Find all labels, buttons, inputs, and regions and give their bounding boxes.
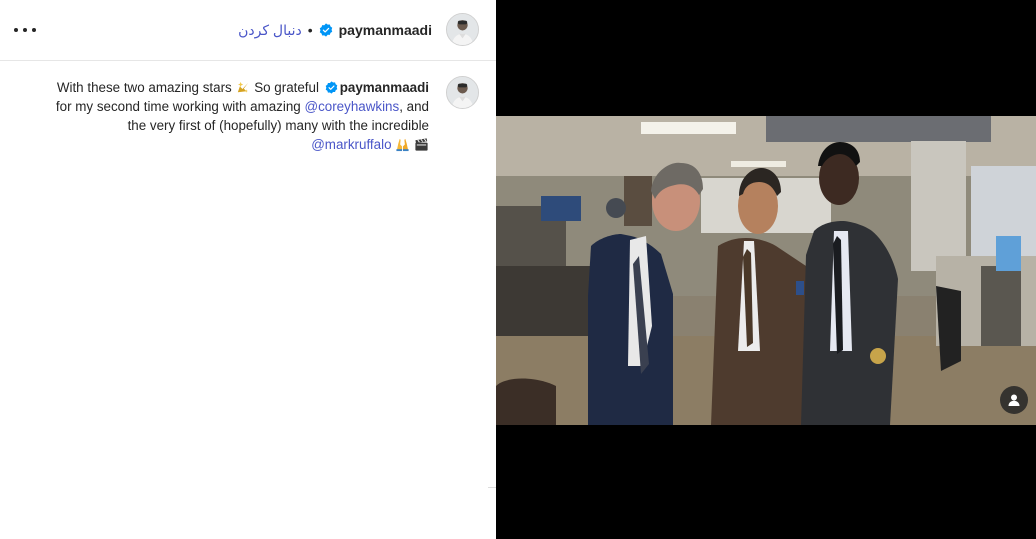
follow-button[interactable]: دنبال کردن: [238, 22, 302, 39]
post-header: دنبال کردن • paymanmaadi: [0, 0, 496, 61]
caption-text-2: So grateful: [250, 80, 323, 95]
caption-text-4: , and: [399, 99, 429, 114]
raised-hands-icon: [396, 138, 409, 152]
header-avatar[interactable]: [446, 13, 479, 46]
caption-avatar[interactable]: [446, 76, 479, 109]
caption-text-1: With these two amazing stars: [56, 80, 236, 95]
post-photo[interactable]: [496, 116, 1036, 425]
separator-dot: •: [307, 22, 313, 38]
post-caption: With these two amazing stars So grateful…: [19, 78, 429, 154]
verified-badge-icon: [319, 23, 332, 37]
media-viewer: [496, 0, 1036, 539]
header-user-line: دنبال کردن • paymanmaadi: [238, 20, 432, 40]
caption-text-5: the very first of (hopefully) many with …: [127, 118, 429, 133]
user-tag-icon[interactable]: [1000, 386, 1028, 414]
post-sidebar: دنبال کردن • paymanmaadi With these two …: [0, 0, 496, 539]
more-options-icon[interactable]: [14, 20, 36, 40]
star-sparkle-icon: [238, 81, 249, 93]
clapper-board-icon: [415, 138, 428, 151]
post-viewer: دنبال کردن • paymanmaadi With these two …: [0, 0, 1036, 539]
mention-markruffalo[interactable]: @markruffalo: [311, 137, 391, 152]
mention-coreyhawkins[interactable]: @coreyhawkins: [304, 99, 399, 114]
header-username[interactable]: paymanmaadi: [339, 22, 432, 38]
caption-text-3: for my second time working with amazing: [55, 99, 305, 114]
verified-badge-icon: [325, 81, 337, 94]
divider-mark: [488, 487, 496, 488]
caption-username[interactable]: paymanmaadi: [340, 80, 429, 95]
